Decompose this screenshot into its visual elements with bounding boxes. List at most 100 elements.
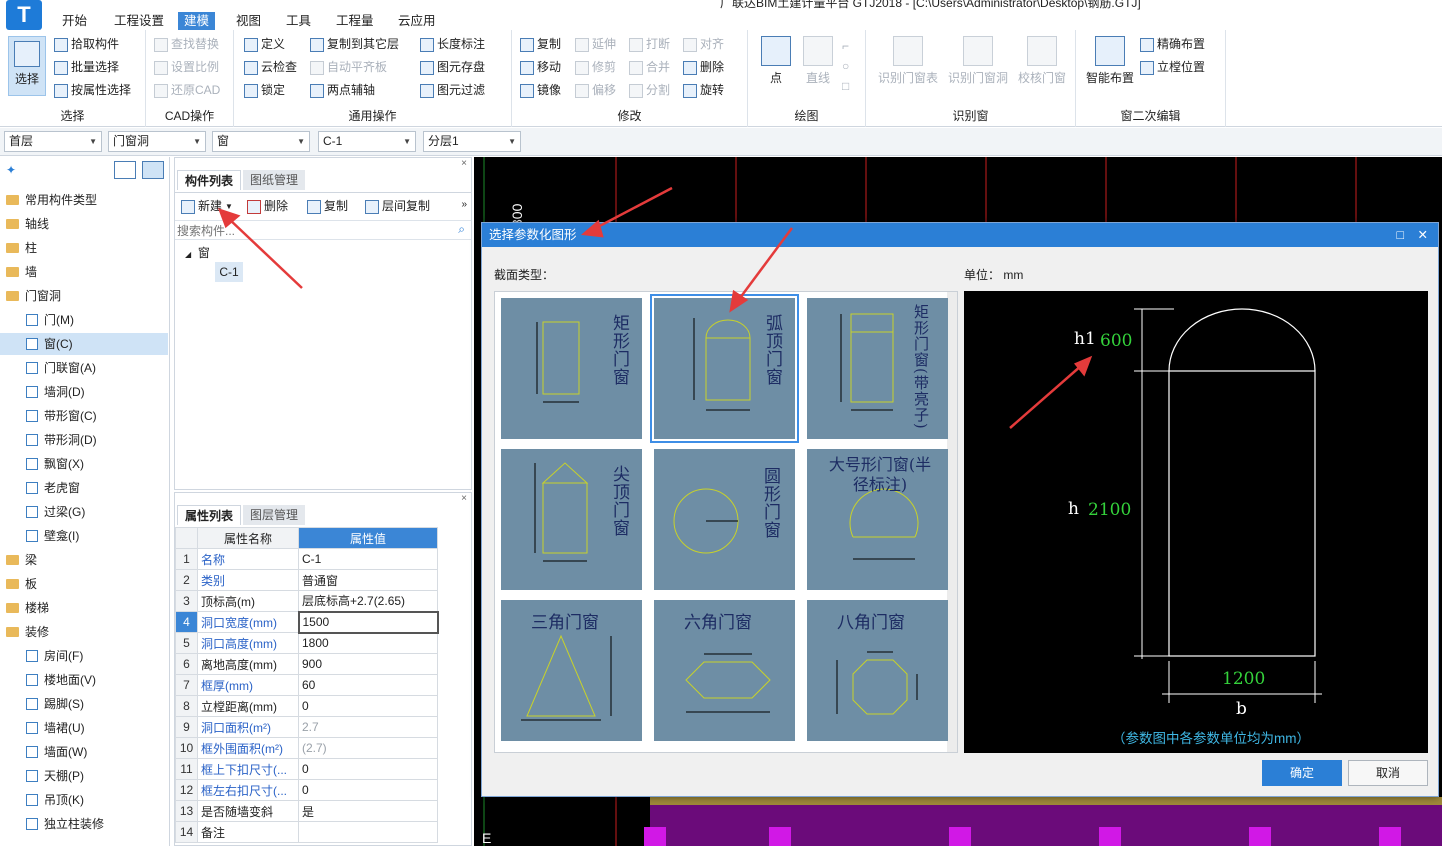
tree-group-window[interactable]: ◢ 窗 xyxy=(185,244,210,261)
tree-item[interactable]: 吊顶(K) xyxy=(0,789,168,811)
smart-layout-button[interactable]: 智能布置 xyxy=(1084,36,1136,86)
ribbon-sel-items-item-2[interactable]: 按属性选择 xyxy=(54,80,131,101)
property-row[interactable]: 3 顶标高(m) 层底标高+2.7(2.65) xyxy=(175,590,438,612)
ribbon-cad-items-item-2[interactable]: 还原CAD xyxy=(154,80,220,101)
property-value[interactable]: 1500 xyxy=(297,610,439,634)
property-value[interactable]: (2.7) xyxy=(298,737,438,759)
property-row[interactable]: 2 类别 普通窗 xyxy=(175,569,438,591)
ribbon-ed2-item-0[interactable]: 精确布置 xyxy=(1140,34,1205,55)
tab-drawing-manager[interactable]: 图纸管理 xyxy=(243,170,306,190)
menu-tab-3[interactable]: 视图 xyxy=(230,12,267,30)
tree-item[interactable]: 天棚(P) xyxy=(0,765,168,787)
property-value[interactable] xyxy=(298,821,438,843)
ribbon-com3-item-2[interactable]: 图元过滤 xyxy=(420,80,485,101)
panel-close-icon[interactable]: × xyxy=(461,493,467,504)
select-button[interactable]: 选择 xyxy=(8,36,46,96)
property-value[interactable]: 层底标高+2.7(2.65) xyxy=(298,590,438,612)
tree-item[interactable]: 墙洞(D) xyxy=(0,381,168,403)
shape-option[interactable]: 八角门窗 xyxy=(807,600,948,741)
category-select[interactable]: 门窗洞 ▼ xyxy=(108,131,206,152)
ribbon-com3-item-1[interactable]: 图元存盘 xyxy=(420,57,485,78)
tree-item[interactable]: 房间(F) xyxy=(0,645,168,667)
copy-button[interactable]: 复制 xyxy=(307,196,348,217)
tree-item[interactable]: 踢脚(S) xyxy=(0,693,168,715)
property-value[interactable]: 普通窗 xyxy=(298,569,438,591)
property-value[interactable]: 900 xyxy=(298,653,438,675)
ribbon-mod1-item-1[interactable]: 移动 xyxy=(520,57,561,78)
more-icon[interactable]: » xyxy=(461,199,467,210)
tree-item[interactable]: 门联窗(A) xyxy=(0,357,168,379)
property-row[interactable]: 6 离地高度(mm) 900 xyxy=(175,653,438,675)
tree-item[interactable]: 柱 xyxy=(0,237,168,259)
menu-tab-2[interactable]: 建模 xyxy=(178,12,216,30)
tab-component-list[interactable]: 构件列表 xyxy=(177,170,242,190)
property-row[interactable]: 9 洞口面积(m²) 2.7 xyxy=(175,716,438,738)
menu-tab-5[interactable]: 工程量 xyxy=(330,12,380,30)
ribbon-mod3-item-2[interactable]: 分割 xyxy=(629,80,670,101)
ribbon-com1-item-2[interactable]: 锁定 xyxy=(244,80,297,101)
tree-item[interactable]: 独立柱装修 xyxy=(0,813,168,835)
ribbon-mod4-item-1[interactable]: 删除 xyxy=(683,57,724,78)
property-value[interactable]: 0 xyxy=(298,779,438,801)
property-row[interactable]: 11 框上下扣尺寸(... 0 xyxy=(175,758,438,780)
point-button[interactable]: 点 xyxy=(758,36,794,86)
ribbon-mod2-item-0[interactable]: 延伸 xyxy=(575,34,616,55)
ribbon-com2-item-2[interactable]: 两点辅轴 xyxy=(310,80,399,101)
ribbon-mod3-item-1[interactable]: 合并 xyxy=(629,57,670,78)
tree-item[interactable]: 门窗洞 xyxy=(0,285,168,307)
close-icon[interactable]: ✕ xyxy=(1418,223,1428,247)
property-row[interactable]: 13 是否随墙变斜是 xyxy=(175,800,438,822)
shape-option[interactable]: 三角门窗 xyxy=(501,600,642,741)
tree-item[interactable]: 门(M) xyxy=(0,309,168,331)
ribbon-mod4-item-0[interactable]: 对齐 xyxy=(683,34,724,55)
panel-close-icon[interactable]: × xyxy=(461,158,467,169)
ribbon-mod2-item-1[interactable]: 修剪 xyxy=(575,57,616,78)
property-row[interactable]: 8 立樘距离(mm) 0 xyxy=(175,695,438,717)
property-value[interactable]: 0 xyxy=(298,695,438,717)
property-row[interactable]: 7 框厚(mm) 60 xyxy=(175,674,438,696)
line-button[interactable]: 直线 xyxy=(800,36,836,86)
search-input[interactable] xyxy=(177,222,447,239)
tree-item[interactable]: 墙 xyxy=(0,261,168,283)
shape-option[interactable]: 弧顶门窗 xyxy=(650,294,799,443)
tree-item[interactable]: 窗(C) xyxy=(0,333,168,355)
tab-layer-manager[interactable]: 图层管理 xyxy=(243,505,306,525)
layer-select[interactable]: 分层1 ▼ xyxy=(423,131,521,152)
property-row[interactable]: 14 备注 xyxy=(175,821,438,843)
pin-icon[interactable]: ✦ xyxy=(6,163,16,177)
tab-property-list[interactable]: 属性列表 xyxy=(177,505,242,525)
grid-view-icon[interactable] xyxy=(142,161,164,179)
tree-item[interactable]: 楼梯 xyxy=(0,597,168,619)
property-value[interactable]: 2.7 xyxy=(298,716,438,738)
tree-item[interactable]: 梁 xyxy=(0,549,168,571)
property-value[interactable]: 是 xyxy=(298,800,438,822)
tree-item[interactable]: 壁龛(I) xyxy=(0,525,168,547)
tree-item[interactable]: 墙裙(U) xyxy=(0,717,168,739)
component-item-c1[interactable]: C-1 xyxy=(215,262,243,282)
ribbon-mod1-item-0[interactable]: 复制 xyxy=(520,34,561,55)
property-value[interactable]: 0 xyxy=(298,758,438,780)
ribbon-mod1-item-2[interactable]: 镜像 xyxy=(520,80,561,101)
menu-tab-6[interactable]: 云应用 xyxy=(392,12,442,30)
floor-select[interactable]: 首层 ▼ xyxy=(4,131,102,152)
gallery-scrollbar[interactable] xyxy=(947,292,957,752)
tree-item[interactable]: 墙面(W) xyxy=(0,741,168,763)
type-select[interactable]: 窗 ▼ xyxy=(212,131,310,152)
maximize-icon[interactable]: □ xyxy=(1396,223,1404,247)
menu-tab-4[interactable]: 工具 xyxy=(280,12,317,30)
property-row[interactable]: 5 洞口高度(mm) 1800 xyxy=(175,632,438,654)
list-view-icon[interactable] xyxy=(114,161,136,179)
ribbon-com1-item-0[interactable]: 定义 xyxy=(244,34,297,55)
recognize-table-button[interactable]: 识别门窗表 xyxy=(878,36,938,86)
tree-item[interactable]: 带形洞(D) xyxy=(0,429,168,451)
property-row[interactable]: 4 洞口宽度(mm) 1500 xyxy=(175,610,439,634)
tree-item[interactable]: 过梁(G) xyxy=(0,501,168,523)
property-row[interactable]: 10 框外围面积(m²) (2.7) xyxy=(175,737,438,759)
ribbon-com2-item-1[interactable]: 自动平齐板 xyxy=(310,57,399,78)
menu-tab-0[interactable]: 开始 xyxy=(56,12,93,30)
delete-button[interactable]: 删除 xyxy=(247,196,288,217)
shape-option[interactable]: 六角门窗 xyxy=(654,600,795,741)
tree-item[interactable]: 板 xyxy=(0,573,168,595)
component-select[interactable]: C-1 ▼ xyxy=(318,131,416,152)
tree-item[interactable]: 老虎窗 xyxy=(0,477,168,499)
